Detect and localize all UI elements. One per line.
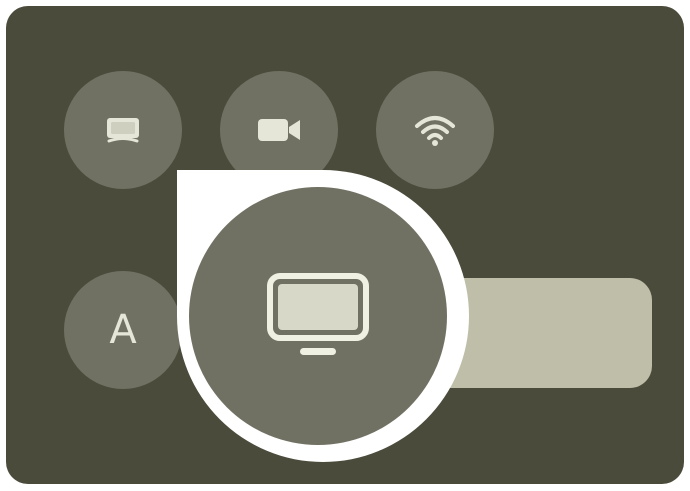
screen-cast-icon <box>107 118 139 143</box>
display-monitor-icon <box>267 273 369 355</box>
video-camera-icon <box>258 119 300 141</box>
screen-cast-button[interactable] <box>64 71 182 189</box>
font-size-icon: A <box>109 307 137 353</box>
font-size-button[interactable]: A <box>64 271 182 389</box>
display-settings-button[interactable] <box>189 187 447 445</box>
quick-settings-panel: A <box>6 6 684 484</box>
wifi-icon <box>415 116 455 146</box>
